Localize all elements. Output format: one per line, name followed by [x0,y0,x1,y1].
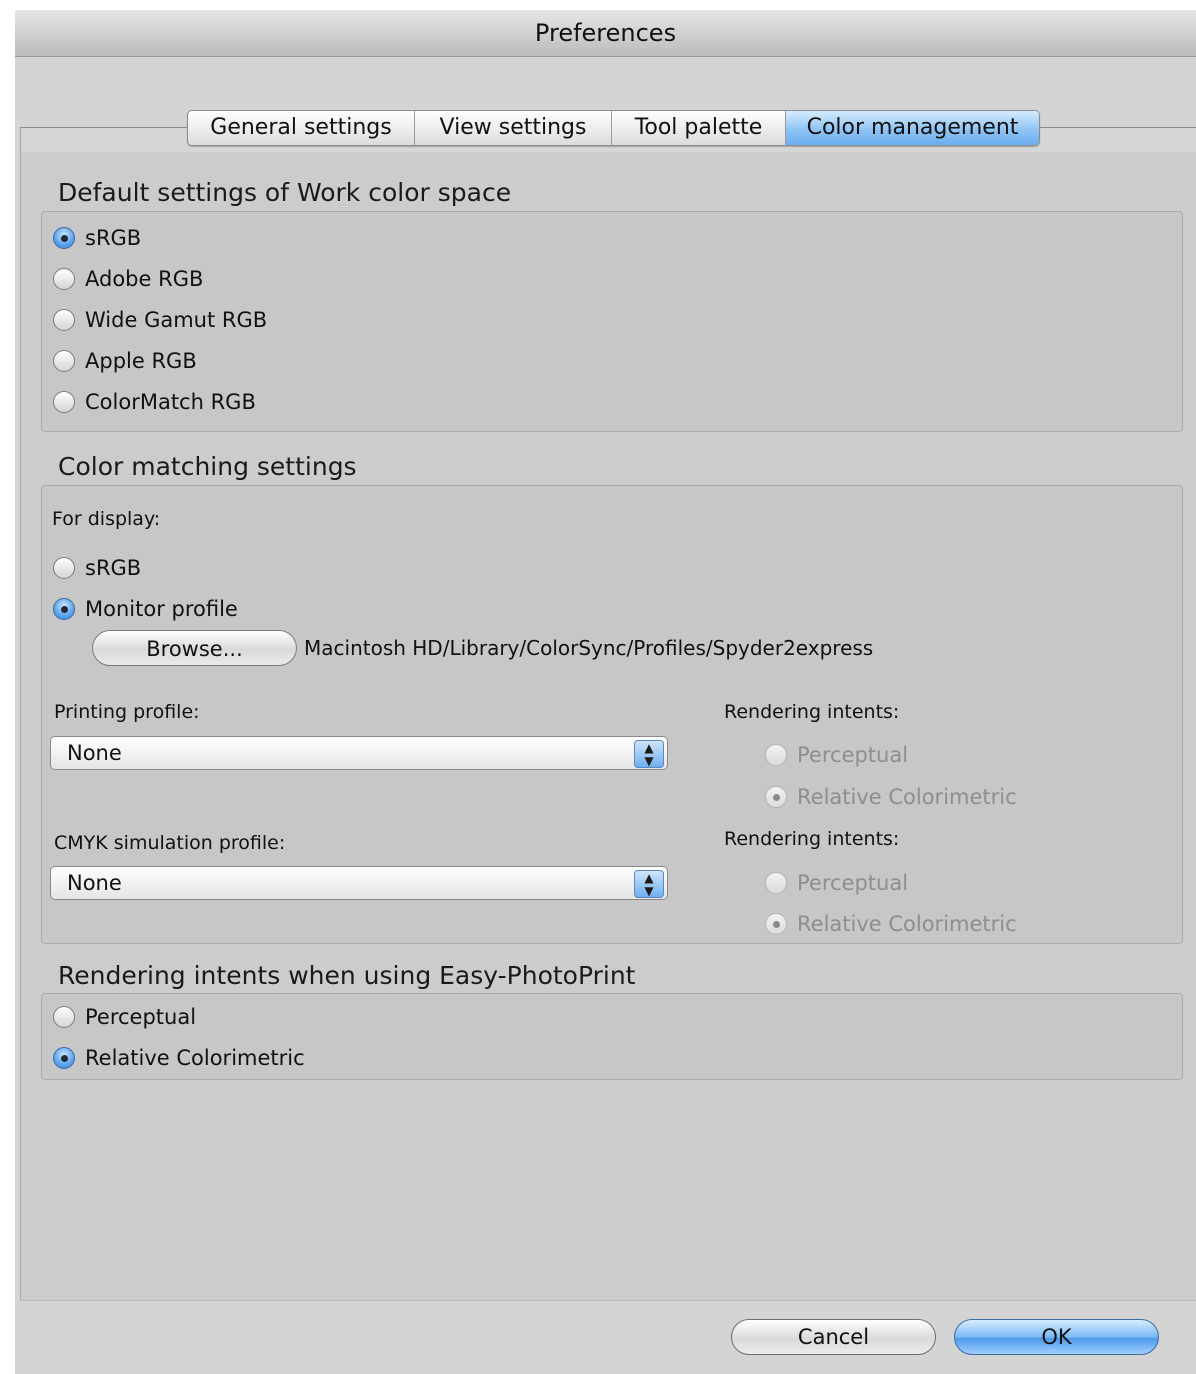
for-display-label: For display: [52,508,161,530]
tab-tool-palette[interactable]: Tool palette [612,111,786,145]
work-color-space-title: Default settings of Work color space [58,178,512,207]
radio-button-icon[interactable] [765,872,787,894]
tab-general-settings[interactable]: General settings [188,111,415,145]
tab-color-management[interactable]: Color management [786,111,1039,145]
cmyk-intent-relative-colorimetric[interactable]: Relative Colorimetric [765,909,1017,939]
tab-view-settings[interactable]: View settings [415,111,612,145]
printing-profile-label: Printing profile: [54,701,200,723]
radio-button-icon[interactable] [53,227,75,249]
browse-button[interactable]: Browse... [92,630,297,666]
work-space-option-colormatch-rgb[interactable]: ColorMatch RGB [53,387,256,417]
printing-intent-relative-colorimetric[interactable]: Relative Colorimetric [765,782,1017,812]
easy-intent-perceptual[interactable]: Perceptual [53,1002,196,1032]
rendering-intents-label: Rendering intents: [724,701,900,723]
cmyk-intent-perceptual[interactable]: Perceptual [765,868,908,898]
easy-intent-relative-colorimetric[interactable]: Relative Colorimetric [53,1043,305,1073]
work-space-option-adobe-rgb[interactable]: Adobe RGB [53,264,203,294]
radio-button-icon[interactable] [765,744,787,766]
radio-button-icon[interactable] [765,913,787,935]
work-space-option-apple-rgb[interactable]: Apple RGB [53,346,197,376]
preferences-window: Preferences General settings View settin… [15,10,1196,1374]
radio-button-icon[interactable] [53,350,75,372]
radio-button-icon[interactable] [53,557,75,579]
radio-button-icon[interactable] [765,786,787,808]
window-title: Preferences [15,10,1196,57]
radio-button-icon[interactable] [53,309,75,331]
work-space-option-wide-gamut-rgb[interactable]: Wide Gamut RGB [53,305,267,335]
cmyk-profile-label: CMYK simulation profile: [54,832,286,854]
radio-button-icon[interactable] [53,1006,75,1028]
printing-intent-perceptual[interactable]: Perceptual [765,740,908,770]
stepper-arrows-icon: ▲ ▼ [634,870,664,898]
work-space-option-srgb[interactable]: sRGB [53,223,141,253]
cancel-button[interactable]: Cancel [731,1319,936,1355]
display-option-srgb[interactable]: sRGB [53,553,141,583]
radio-button-icon[interactable] [53,598,75,620]
monitor-profile-path: Macintosh HD/Library/ColorSync/Profiles/… [304,636,874,660]
rendering-intents-label-2: Rendering intents: [724,828,900,850]
cmyk-profile-select[interactable]: None ▲ ▼ [50,866,668,900]
radio-button-icon[interactable] [53,268,75,290]
display-option-monitor-profile[interactable]: Monitor profile [53,594,238,624]
printing-profile-select[interactable]: None ▲ ▼ [50,736,668,770]
color-matching-title: Color matching settings [58,452,357,481]
ok-button[interactable]: OK [954,1319,1159,1355]
radio-button-icon[interactable] [53,391,75,413]
stepper-arrows-icon: ▲ ▼ [634,740,664,768]
tab-bar: General settings View settings Tool pale… [187,110,1040,146]
easy-photoprint-title: Rendering intents when using Easy-PhotoP… [58,961,636,990]
radio-button-icon[interactable] [53,1047,75,1069]
